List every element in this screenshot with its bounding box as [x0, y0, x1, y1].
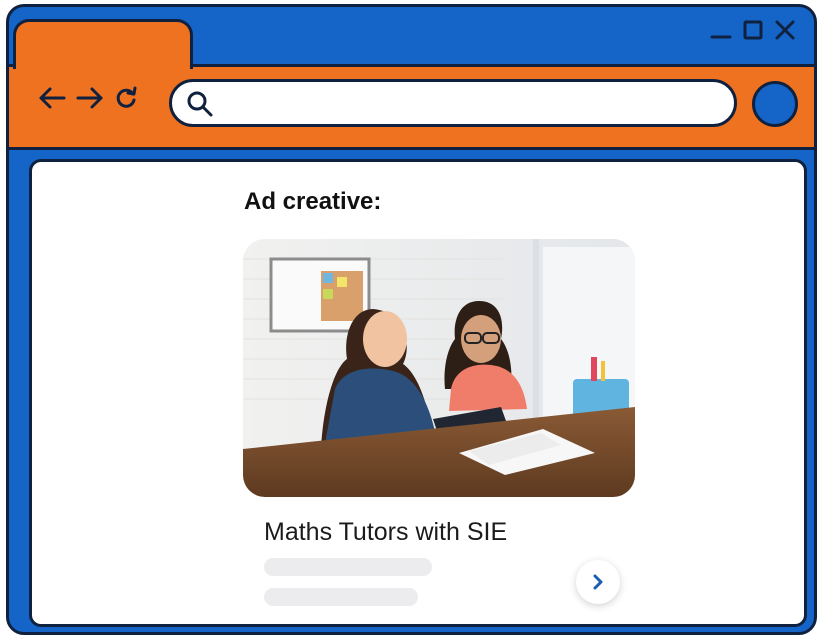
- text-placeholder-line: [264, 588, 418, 606]
- profile-avatar[interactable]: [752, 81, 798, 127]
- tutoring-photo: [243, 239, 635, 497]
- window-controls: [710, 19, 796, 41]
- browser-window: Ad creative: Maths Tutors with SIE: [6, 4, 817, 635]
- maximize-icon[interactable]: [742, 19, 764, 41]
- arrow-right-icon[interactable]: [75, 85, 105, 111]
- arrow-left-icon[interactable]: [37, 85, 67, 111]
- reload-icon[interactable]: [113, 85, 139, 111]
- text-placeholder-line: [264, 558, 432, 576]
- ad-next-button[interactable]: [576, 560, 620, 604]
- chevron-right-icon: [593, 574, 603, 590]
- ad-image[interactable]: [243, 239, 635, 497]
- page-heading: Ad creative:: [244, 188, 382, 215]
- address-bar[interactable]: [169, 79, 737, 127]
- ad-title[interactable]: Maths Tutors with SIE: [264, 518, 507, 547]
- close-icon[interactable]: [774, 19, 796, 41]
- nav-buttons: [37, 85, 139, 111]
- search-icon: [187, 91, 213, 117]
- minimize-icon[interactable]: [710, 19, 732, 41]
- page-content: Ad creative: Maths Tutors with SIE: [29, 159, 807, 627]
